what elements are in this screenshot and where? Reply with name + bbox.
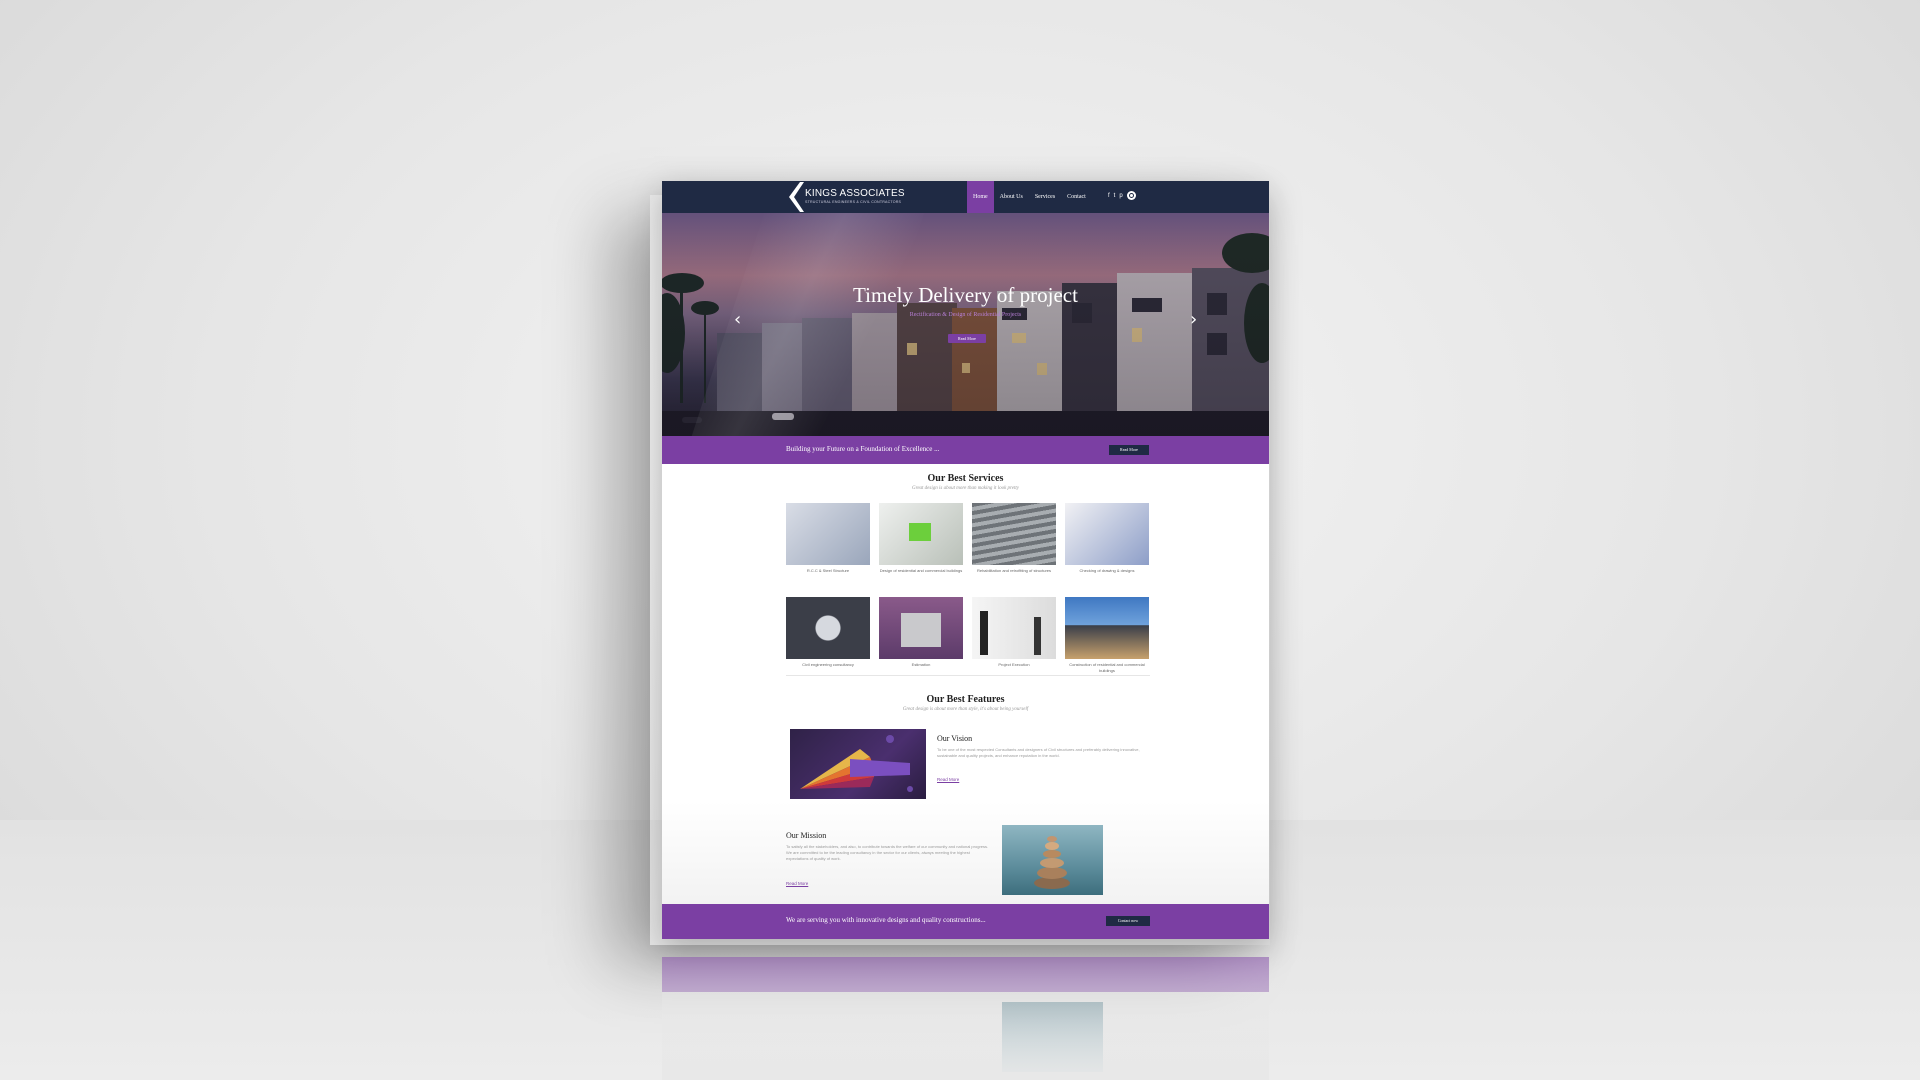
nav-contact[interactable]: Contact	[1061, 181, 1092, 213]
service-caption: Checking of drawing & designs	[1079, 568, 1135, 573]
main-menu: Home About Us Services Contact	[967, 181, 1092, 213]
brand-tagline: STRUCTURAL ENGINEERS & CIVIL CONTRACTORS	[805, 200, 902, 204]
hero-slider: Timely Delivery of project Rectification…	[662, 213, 1269, 436]
service-card[interactable]: Construction of residential and commerci…	[1065, 597, 1149, 674]
search-icon[interactable]	[1126, 191, 1136, 200]
features-subtitle: Great design is about more than style, i…	[902, 707, 1029, 712]
service-image	[1065, 503, 1149, 565]
mission-read-more-link[interactable]: Read More	[786, 881, 808, 886]
mission-title: Our Mission	[786, 831, 827, 840]
service-image	[879, 503, 963, 565]
reflection-fade	[662, 957, 1269, 1080]
service-card[interactable]: Project Execution	[972, 597, 1056, 668]
features-title: Our Best Features	[926, 694, 1005, 705]
service-caption: Design of residential and commercial bui…	[879, 568, 963, 573]
mission-image	[1002, 825, 1103, 895]
service-image	[786, 503, 870, 565]
service-card[interactable]: R.C.C & Steel Structure	[786, 503, 870, 574]
cta-text: We are serving you with innovative desig…	[786, 916, 986, 924]
promo-text: Building your Future on a Foundation of …	[786, 445, 940, 453]
service-caption: Civil engineering consultancy	[802, 662, 854, 667]
service-card[interactable]: Civil engineering consultancy	[786, 597, 870, 668]
nav-about-us[interactable]: About Us	[994, 181, 1029, 213]
service-card[interactable]: Rehabilitation and retrofitting of struc…	[972, 503, 1056, 574]
service-card[interactable]: Estimation	[879, 597, 963, 668]
vision-body: To be one of the most respected Consulta…	[937, 747, 1140, 758]
website-mockup: KINGS ASSOCIATES STRUCTURAL ENGINEERS & …	[662, 181, 1269, 939]
navbar: KINGS ASSOCIATES STRUCTURAL ENGINEERS & …	[662, 181, 1269, 213]
social-links: f t p	[1108, 191, 1136, 200]
hero-title: Timely Delivery of project	[853, 283, 1078, 307]
contact-now-button[interactable]: Contact now	[1106, 916, 1150, 926]
service-caption: Project Execution	[998, 662, 1030, 667]
twitter-icon[interactable]: t	[1114, 193, 1116, 199]
hero-read-more-button[interactable]: Read More	[948, 334, 986, 343]
vision-title: Our Vision	[937, 734, 973, 743]
slider-prev-icon[interactable]: ‹	[734, 309, 741, 330]
service-image	[972, 597, 1056, 659]
service-image	[786, 597, 870, 659]
nav-services[interactable]: Services	[1029, 181, 1061, 213]
promo-band: Building your Future on a Foundation of …	[662, 436, 1269, 464]
logo-chevron-icon	[789, 182, 804, 212]
service-image	[879, 597, 963, 659]
service-card[interactable]: Checking of drawing & designs	[1065, 503, 1149, 574]
vision-read-more-link[interactable]: Read More	[937, 777, 959, 782]
service-card[interactable]: Design of residential and commercial bui…	[879, 503, 963, 574]
promo-read-more-button[interactable]: Read More	[1109, 445, 1149, 455]
brand-name[interactable]: KINGS ASSOCIATES	[805, 188, 905, 199]
pinterest-icon[interactable]: p	[1119, 193, 1122, 199]
service-image	[1065, 597, 1149, 659]
service-caption: Estimation	[911, 662, 931, 667]
section-divider	[786, 675, 1150, 676]
services-subtitle: Great design is about more than making i…	[911, 486, 1020, 491]
nav-home[interactable]: Home	[967, 181, 994, 213]
facebook-icon[interactable]: f	[1108, 193, 1110, 199]
cta-band: We are serving you with innovative desig…	[662, 904, 1269, 939]
service-image	[972, 503, 1056, 565]
mission-body: To satisfy all the stakeholders, and als…	[786, 844, 989, 861]
hero-subtitle: Rectification & Design of Residential Pr…	[909, 312, 1022, 318]
service-caption: Construction of residential and commerci…	[1069, 662, 1145, 673]
service-caption: Rehabilitation and retrofitting of struc…	[976, 568, 1052, 573]
service-caption: R.C.C & Steel Structure	[806, 568, 850, 573]
vision-image	[790, 729, 926, 799]
services-title: Our Best Services	[927, 473, 1004, 484]
slider-next-icon[interactable]: ›	[1190, 309, 1197, 330]
